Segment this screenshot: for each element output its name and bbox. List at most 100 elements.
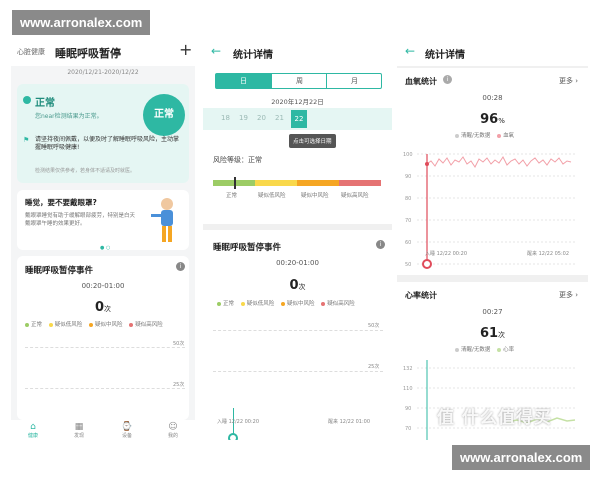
app-name: 心脏健康 [17,48,45,56]
nav-health[interactable]: ⌂ 健康 [13,422,53,439]
home-icon: ⌂ [30,422,36,432]
plus-icon[interactable]: + [179,40,192,59]
spo2-title: 血氧统计 [405,77,437,86]
watermark-top: www.arronalex.com [12,10,151,35]
user-icon: ☺ [168,422,178,432]
y-tick: 90 [405,174,411,180]
y-tick: 50次 [173,341,185,347]
gridline [25,388,185,389]
status-card[interactable]: 正常 您near检测结果为正常。 正常 ⚑ 请坚持夜间佩戴，以便及时了解睡眠呼吸… [17,84,189,183]
date-tooltip: 点击可选择日期 [289,134,336,148]
cursor-point [425,162,429,166]
risk-gradient-bar [213,177,381,189]
status-dot-icon [23,96,31,104]
spo2-time: 00:28 [482,94,503,102]
sleep-start: 入睡 12/22 00:20 [425,251,467,257]
events-count: 0次 [289,278,306,293]
y-tick: 110 [403,386,413,392]
gridline [213,371,383,372]
spo2-legend: 清醒/无数据 血氧 [455,131,519,139]
y-tick: 70 [405,218,411,224]
y-tick: 25次 [173,382,185,388]
events-legend: 正常 疑似低风险 疑似中风险 疑似高风险 [217,299,360,307]
back-arrow-icon[interactable]: ← [211,44,221,58]
app-header: 心脏健康 睡眠呼吸暂停 + [11,38,195,66]
y-tick: 100 [403,152,413,158]
y-tick: 80 [405,196,411,202]
drag-handle[interactable] [228,433,238,440]
events-count: 0次 [94,300,112,315]
spo2-more-link[interactable]: 更多 › [559,76,578,86]
sleep-end: 醒来 12/22 01:00 [328,419,370,425]
drag-handle [422,259,432,269]
watermark-bottom: www.arronalex.com [452,445,591,470]
status-label: 正常 [35,98,55,109]
page-title: 睡眠呼吸暂停 [55,47,121,60]
chevron-right-icon: › [575,291,579,299]
hr-chart: 132 110 90 70 [403,360,577,440]
events-title: 睡眠呼吸暂停事件 [213,243,282,253]
day-strip: 18 19 20 21 22 [203,108,392,130]
gridline [213,330,383,331]
person-illustration-icon [151,198,173,242]
nav-device[interactable]: ⌚ 设备 [107,422,147,439]
bottom-nav: ⌂ 健康 ▦ 发现 ⌚ 设备 ☺ 我的 [11,420,195,440]
page-title: 统计详情 [233,50,273,61]
article-card[interactable]: 睡觉，要不要戴眼罩? 戴眼罩睡觉有助于缓解眼部疲劳，特别是白天戴眼罩午睡的效果更… [17,190,189,251]
tab-day[interactable]: 日 [216,74,271,88]
spo2-card: 血氧统计 i 更多 › 00:28 96% 清醒/无数据 血氧 100 90 8… [397,68,588,275]
article-title: 睡觉，要不要戴眼罩? [25,198,97,207]
status-badge: 正常 [143,94,185,136]
sleep-start: 入睡 12/22 00:20 [217,419,259,425]
y-tick: 60 [405,240,411,246]
day-item[interactable]: 21 [275,114,284,122]
info-icon[interactable]: i [376,240,385,249]
hr-time: 00:27 [482,308,503,316]
flag-icon: ⚑ [23,136,30,144]
hr-legend: 清醒/无数据 心率 [455,345,519,353]
carousel-dots: ● ○ [100,245,111,251]
events-time: 00:20-01:00 [81,282,125,290]
nav-me[interactable]: ☺ 我的 [153,422,193,439]
spo2-hr-screen: ← 统计详情 血氧统计 i 更多 › 00:28 96% 清醒/无数据 血氧 1… [397,38,588,440]
grid-icon: ▦ [74,422,84,432]
spo2-series [426,156,572,168]
status-tip: 请坚持夜间佩戴，以便及时了解睡眠呼吸风险，主动掌握睡眠呼吸健康! [35,136,180,151]
y-tick: 25次 [368,364,380,370]
stats-detail-screen: ← 统计详情 日 周 月 2020年12月22日 18 19 20 21 22 … [203,38,392,440]
y-tick: 132 [403,366,413,372]
hr-value: 61次 [479,326,506,341]
watermark-overlay: 值 什么值得买 [437,408,552,428]
chevron-right-icon: › [575,77,579,85]
selected-date: 2020年12月22日 [271,98,324,106]
info-icon[interactable]: i [443,75,452,84]
day-item[interactable]: 20 [257,114,266,122]
spo2-value: 96% [480,112,505,127]
y-tick: 70 [405,426,411,432]
article-body: 戴眼罩睡觉有助于缓解眼部疲劳，特别是白天戴眼罩午睡的效果更好。 [25,213,136,227]
y-tick: 50次 [368,323,380,329]
events-card: 睡眠呼吸暂停事件 i 00:20-01:00 0次 正常 疑似低风险 疑似中风险… [17,256,189,420]
watch-icon: ⌚ [121,422,133,432]
tab-month[interactable]: 月 [326,74,382,88]
sleep-apnea-screen: 心脏健康 睡眠呼吸暂停 + 2020/12/21-2020/12/22 正常 您… [11,38,195,440]
date-range: 2020/12/21-2020/12/22 [67,69,139,76]
y-tick: 90 [405,406,411,412]
hr-more-link[interactable]: 更多 › [559,290,578,300]
tab-week[interactable]: 周 [271,74,327,88]
status-desc: 您near检测结果为正常。 [35,113,103,120]
hr-title: 心率统计 [405,291,437,300]
back-arrow-icon[interactable]: ← [405,44,415,58]
y-tick: 50 [405,262,411,268]
events-time: 00:20-01:00 [276,259,319,267]
events-title: 睡眠呼吸暂停事件 [25,266,94,276]
risk-marker [234,177,236,189]
gridline [25,347,185,348]
info-icon[interactable]: i [176,262,185,271]
nav-discover[interactable]: ▦ 发现 [59,422,99,439]
sleep-end: 醒来 12/22 05:02 [527,251,569,257]
day-item[interactable]: 18 [221,114,230,122]
day-item-selected[interactable]: 22 [291,110,307,128]
day-item[interactable]: 19 [239,114,248,122]
period-tabs: 日 周 月 [215,73,382,89]
